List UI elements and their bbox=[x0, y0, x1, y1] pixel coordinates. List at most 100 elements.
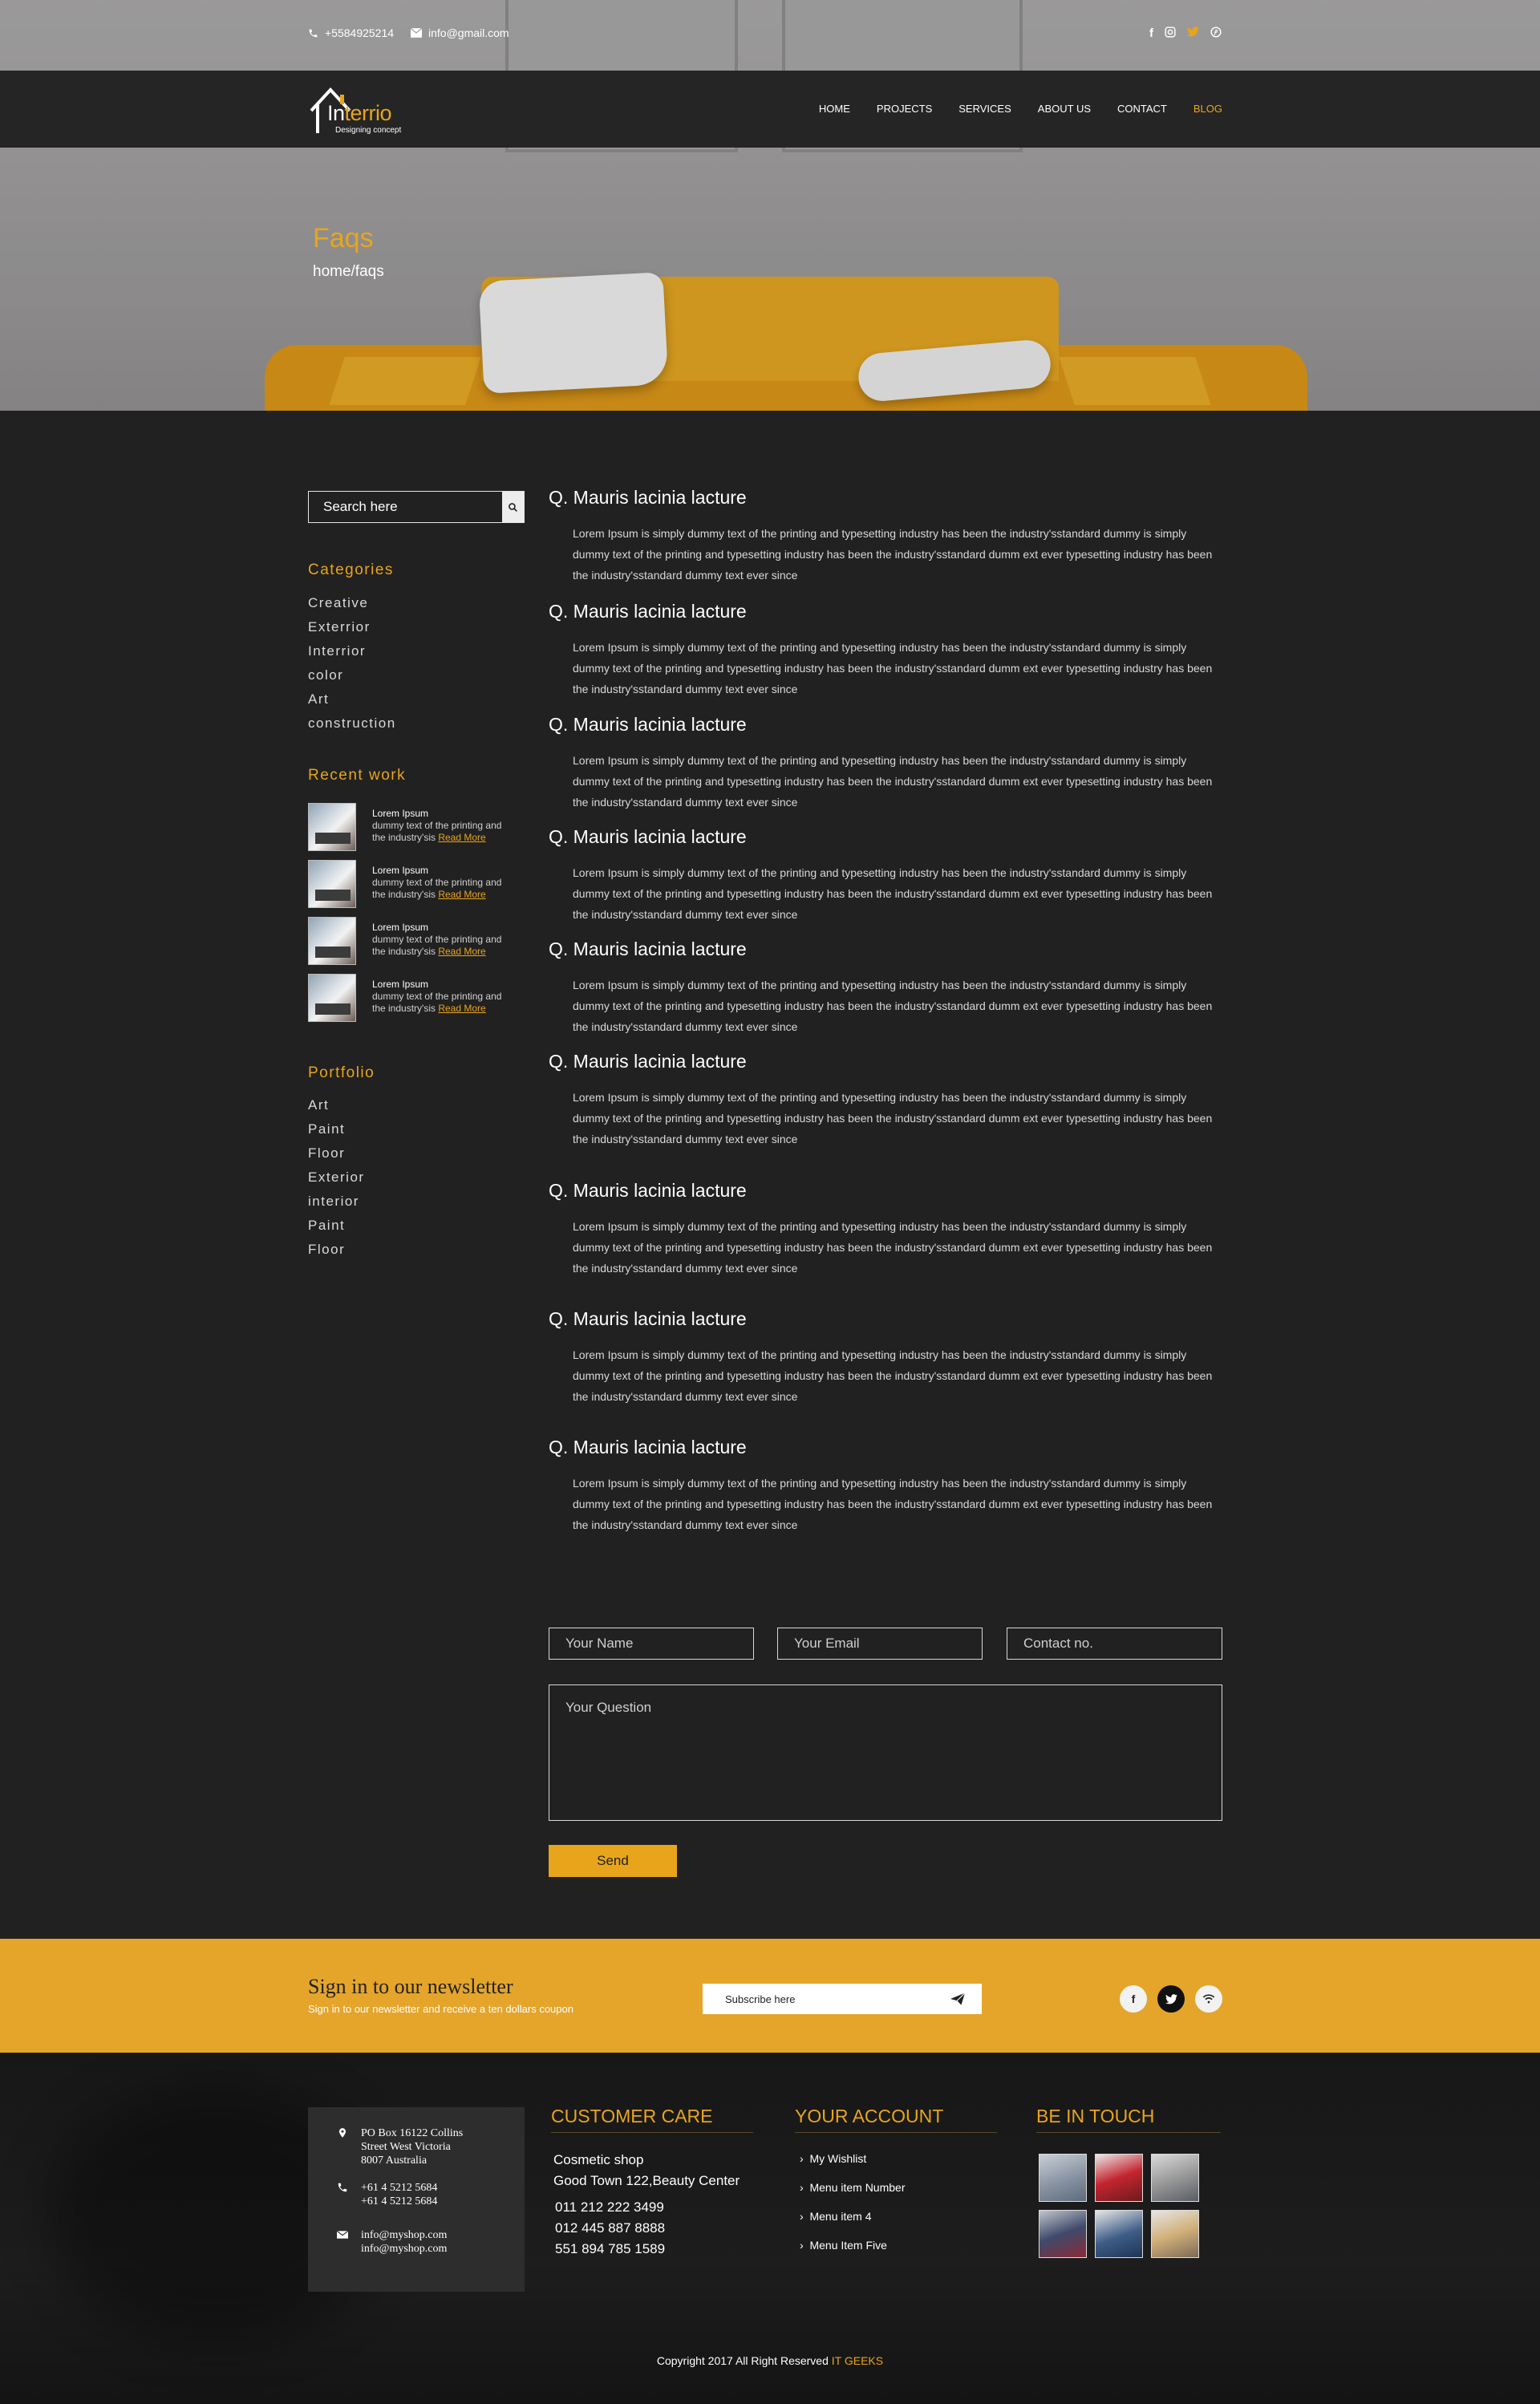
subscribe-button[interactable] bbox=[934, 1993, 982, 2005]
gallery-photo[interactable] bbox=[1151, 2154, 1199, 2202]
account-link-menu-number[interactable]: › Menu item Number bbox=[800, 2181, 906, 2194]
faq-answer: Lorem Ipsum is simply dummy text of the … bbox=[573, 527, 1213, 582]
email-field[interactable] bbox=[777, 1628, 983, 1660]
recent-work-thumbnail[interactable] bbox=[308, 803, 356, 851]
recent-work-text: dummy text of the printing and bbox=[372, 877, 502, 888]
category-link[interactable]: color bbox=[308, 663, 396, 687]
rss-icon[interactable] bbox=[1195, 1985, 1222, 2013]
newsletter-title: Sign in to our newsletter bbox=[308, 1975, 513, 1998]
recent-work-item: Lorem Ipsum dummy text of the printing an… bbox=[308, 917, 525, 965]
category-link[interactable]: Exterrior bbox=[308, 615, 396, 639]
name-field[interactable] bbox=[549, 1628, 754, 1660]
send-button[interactable]: Send bbox=[549, 1845, 677, 1877]
portfolio-link[interactable]: Paint bbox=[308, 1214, 365, 1238]
account-link-wishlist[interactable]: › My Wishlist bbox=[800, 2152, 866, 2165]
phone-info[interactable]: +5584925214 bbox=[308, 26, 394, 39]
category-link[interactable]: Art bbox=[308, 687, 396, 711]
nav-contact[interactable]: CONTACT bbox=[1117, 103, 1167, 115]
read-more-link[interactable]: Read More bbox=[438, 946, 485, 957]
portfolio-link[interactable]: Floor bbox=[308, 1238, 365, 1262]
faq-question[interactable]: Q. Mauris lacinia lacture bbox=[549, 714, 1226, 736]
gallery-photo[interactable] bbox=[1039, 2154, 1087, 2202]
faq-question[interactable]: Q. Mauris lacinia lacture bbox=[549, 1180, 1226, 1202]
category-link[interactable]: Creative bbox=[308, 591, 396, 615]
recent-work-item: Lorem Ipsum dummy text of the printing an… bbox=[308, 803, 525, 851]
twitter-icon[interactable] bbox=[1187, 26, 1199, 41]
faq-question[interactable]: Q. Mauris lacinia lacture bbox=[549, 487, 1226, 509]
faq-answer: Lorem Ipsum is simply dummy text of the … bbox=[573, 1091, 1213, 1145]
footer bbox=[0, 2053, 1540, 2404]
faq-answer: Lorem Ipsum is simply dummy text of the … bbox=[573, 1348, 1213, 1403]
faq-question[interactable]: Q. Mauris lacinia lacture bbox=[549, 601, 1226, 622]
gallery-photo[interactable] bbox=[1151, 2210, 1199, 2258]
recent-work-item: Lorem Ipsum dummy text of the printing an… bbox=[308, 974, 525, 1022]
recent-work-thumbnail[interactable] bbox=[308, 860, 356, 908]
faq-answer: Lorem Ipsum is simply dummy text of the … bbox=[573, 1477, 1213, 1531]
gallery-photo[interactable] bbox=[1095, 2210, 1143, 2258]
newsletter-social: f bbox=[1120, 1985, 1222, 2013]
faq-question[interactable]: Q. Mauris lacinia lacture bbox=[549, 1051, 1226, 1072]
pinterest-icon[interactable] bbox=[1210, 26, 1222, 41]
faq-question[interactable]: Q. Mauris lacinia lacture bbox=[549, 1308, 1226, 1330]
portfolio-link[interactable]: Exterior bbox=[308, 1166, 365, 1190]
faq-answer: Lorem Ipsum is simply dummy text of the … bbox=[573, 866, 1213, 921]
nav-projects[interactable]: PROJECTS bbox=[877, 103, 932, 115]
facebook-icon[interactable]: f bbox=[1120, 1985, 1147, 2013]
instagram-icon[interactable] bbox=[1165, 26, 1176, 41]
address-text: PO Box 16122 Collins Street West Victori… bbox=[361, 2127, 464, 2167]
question-field[interactable] bbox=[549, 1684, 1222, 1821]
faq-question[interactable]: Q. Mauris lacinia lacture bbox=[549, 1437, 1226, 1458]
subscribe-input[interactable] bbox=[703, 1992, 934, 2006]
faq-item: Q. Mauris lacinia lacture Lorem Ipsum is… bbox=[549, 1308, 1226, 1407]
faq-item: Q. Mauris lacinia lacture Lorem Ipsum is… bbox=[549, 1437, 1226, 1535]
location-pin-icon bbox=[338, 2128, 346, 2138]
account-link-menu-five[interactable]: › Menu Item Five bbox=[800, 2239, 887, 2252]
faq-item: Q. Mauris lacinia lacture Lorem Ipsum is… bbox=[549, 487, 1226, 586]
portfolio-link[interactable]: Floor bbox=[308, 1141, 365, 1166]
read-more-link[interactable]: Read More bbox=[438, 889, 485, 900]
portfolio-link[interactable]: Paint bbox=[308, 1117, 365, 1141]
search-icon bbox=[509, 502, 517, 512]
nav-services[interactable]: SERVICES bbox=[958, 103, 1011, 115]
faq-item: Q. Mauris lacinia lacture Lorem Ipsum is… bbox=[549, 601, 1226, 699]
categories-list: Creative Exterrior Interrior color Art c… bbox=[308, 591, 396, 736]
your-account-heading: YOUR ACCOUNT bbox=[795, 2106, 997, 2133]
portfolio-link[interactable]: Art bbox=[308, 1093, 365, 1117]
account-link-menu-4[interactable]: › Menu item 4 bbox=[800, 2210, 872, 2223]
email-info[interactable]: info@gmail.com bbox=[411, 26, 509, 39]
read-more-link[interactable]: Read More bbox=[438, 1003, 485, 1014]
be-in-touch-heading: BE IN TOUCH bbox=[1036, 2106, 1221, 2133]
breadcrumb[interactable]: home/faqs bbox=[313, 263, 384, 281]
envelope-icon bbox=[411, 28, 422, 38]
facebook-icon[interactable]: f bbox=[1149, 26, 1153, 41]
gallery-photo[interactable] bbox=[1095, 2154, 1143, 2202]
faq-question[interactable]: Q. Mauris lacinia lacture bbox=[549, 938, 1226, 960]
nav-about-us[interactable]: ABOUT US bbox=[1038, 103, 1091, 115]
recent-work-item: Lorem Ipsum dummy text of the printing an… bbox=[308, 860, 525, 908]
newsletter-form bbox=[703, 1984, 982, 2014]
gallery-photo[interactable] bbox=[1039, 2210, 1087, 2258]
portfolio-link[interactable]: interior bbox=[308, 1190, 365, 1214]
copyright-brand-link[interactable]: IT GEEKS bbox=[832, 2354, 883, 2367]
faq-item: Q. Mauris lacinia lacture Lorem Ipsum is… bbox=[549, 1180, 1226, 1279]
recent-work-thumbnail[interactable] bbox=[308, 917, 356, 965]
read-more-link[interactable]: Read More bbox=[438, 832, 485, 843]
nav-blog[interactable]: BLOG bbox=[1194, 103, 1222, 115]
twitter-icon[interactable] bbox=[1157, 1985, 1185, 2013]
recent-work-text: dummy text of the printing and bbox=[372, 820, 502, 831]
nav-bar bbox=[0, 71, 1540, 148]
recent-work-thumbnail[interactable] bbox=[308, 974, 356, 1022]
faq-item: Q. Mauris lacinia lacture Lorem Ipsum is… bbox=[549, 826, 1226, 925]
recent-work-title: Lorem Ipsum bbox=[372, 808, 429, 819]
email-address: info@gmail.com bbox=[428, 26, 509, 39]
nav-home[interactable]: HOME bbox=[819, 103, 850, 115]
category-link[interactable]: Interrior bbox=[308, 639, 396, 663]
search-input[interactable] bbox=[309, 492, 502, 522]
faq-question[interactable]: Q. Mauris lacinia lacture bbox=[549, 826, 1226, 848]
contact-field[interactable] bbox=[1007, 1628, 1222, 1660]
faq-answer: Lorem Ipsum is simply dummy text of the … bbox=[573, 979, 1213, 1033]
search-box bbox=[308, 491, 525, 523]
category-link[interactable]: construction bbox=[308, 711, 396, 736]
phone-icon bbox=[308, 28, 318, 39]
search-button[interactable] bbox=[502, 492, 524, 522]
